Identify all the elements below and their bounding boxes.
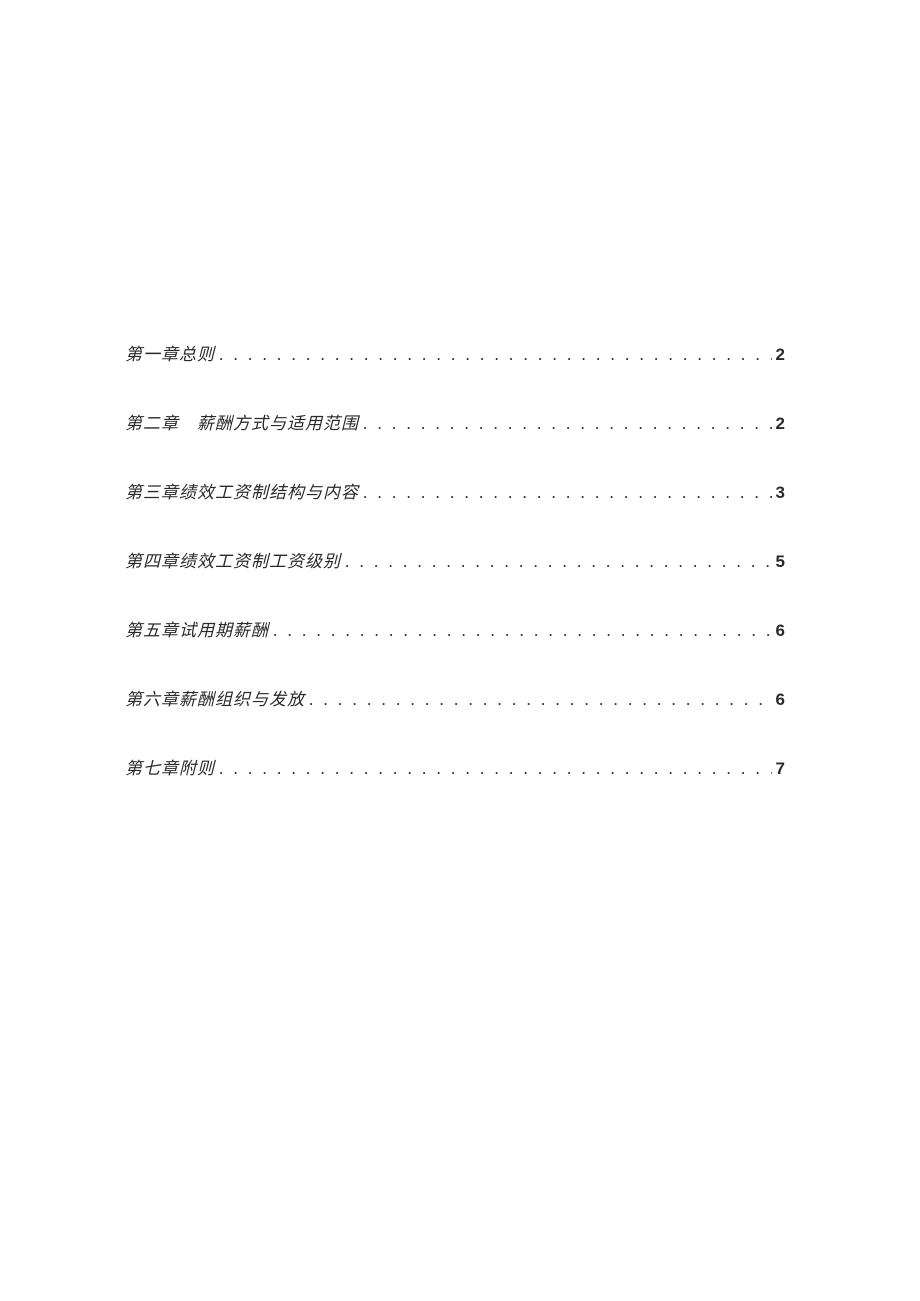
- toc-dots: . . . . . . . . . . . . . . . . . . . . …: [363, 414, 772, 434]
- toc-dots: . . . . . . . . . . . . . . . . . . . . …: [273, 621, 772, 641]
- toc-entry: 第三章绩效工资制结构与内容 . . . . . . . . . . . . . …: [125, 478, 785, 503]
- toc-entry: 第一章总则 . . . . . . . . . . . . . . . . . …: [125, 340, 785, 365]
- toc-title: 第三章绩效工资制结构与内容: [125, 478, 359, 503]
- toc-title: 第七章附则: [125, 754, 215, 779]
- toc-title: 第四章绩效工资制工资级别: [125, 547, 341, 572]
- toc-title: 第一章总则: [125, 340, 215, 365]
- toc-title: 第五章试用期薪酬: [125, 616, 269, 641]
- toc-entry: 第五章试用期薪酬 . . . . . . . . . . . . . . . .…: [125, 616, 785, 641]
- toc-entry: 第六章薪酬组织与发放 . . . . . . . . . . . . . . .…: [125, 685, 785, 710]
- toc-dots: . . . . . . . . . . . . . . . . . . . . …: [363, 483, 772, 503]
- toc-dots: . . . . . . . . . . . . . . . . . . . . …: [219, 345, 772, 365]
- toc-page-number: 3: [776, 483, 785, 503]
- toc-dots: . . . . . . . . . . . . . . . . . . . . …: [219, 759, 772, 779]
- toc-page-number: 6: [776, 690, 785, 710]
- toc-page-number: 5: [776, 552, 785, 572]
- toc-dots: . . . . . . . . . . . . . . . . . . . . …: [345, 552, 772, 572]
- toc-page-number: 2: [776, 414, 785, 434]
- toc-title: 第二章 薪酬方式与适用范围: [125, 409, 359, 434]
- toc-entry: 第二章 薪酬方式与适用范围 . . . . . . . . . . . . . …: [125, 409, 785, 434]
- document-page: 第一章总则 . . . . . . . . . . . . . . . . . …: [0, 0, 920, 779]
- toc-title: 第六章薪酬组织与发放: [125, 685, 305, 710]
- toc-entry: 第七章附则 . . . . . . . . . . . . . . . . . …: [125, 754, 785, 779]
- toc-page-number: 7: [776, 759, 785, 779]
- toc-dots: . . . . . . . . . . . . . . . . . . . . …: [309, 690, 772, 710]
- toc-entry: 第四章绩效工资制工资级别 . . . . . . . . . . . . . .…: [125, 547, 785, 572]
- toc-page-number: 6: [776, 621, 785, 641]
- toc-page-number: 2: [776, 345, 785, 365]
